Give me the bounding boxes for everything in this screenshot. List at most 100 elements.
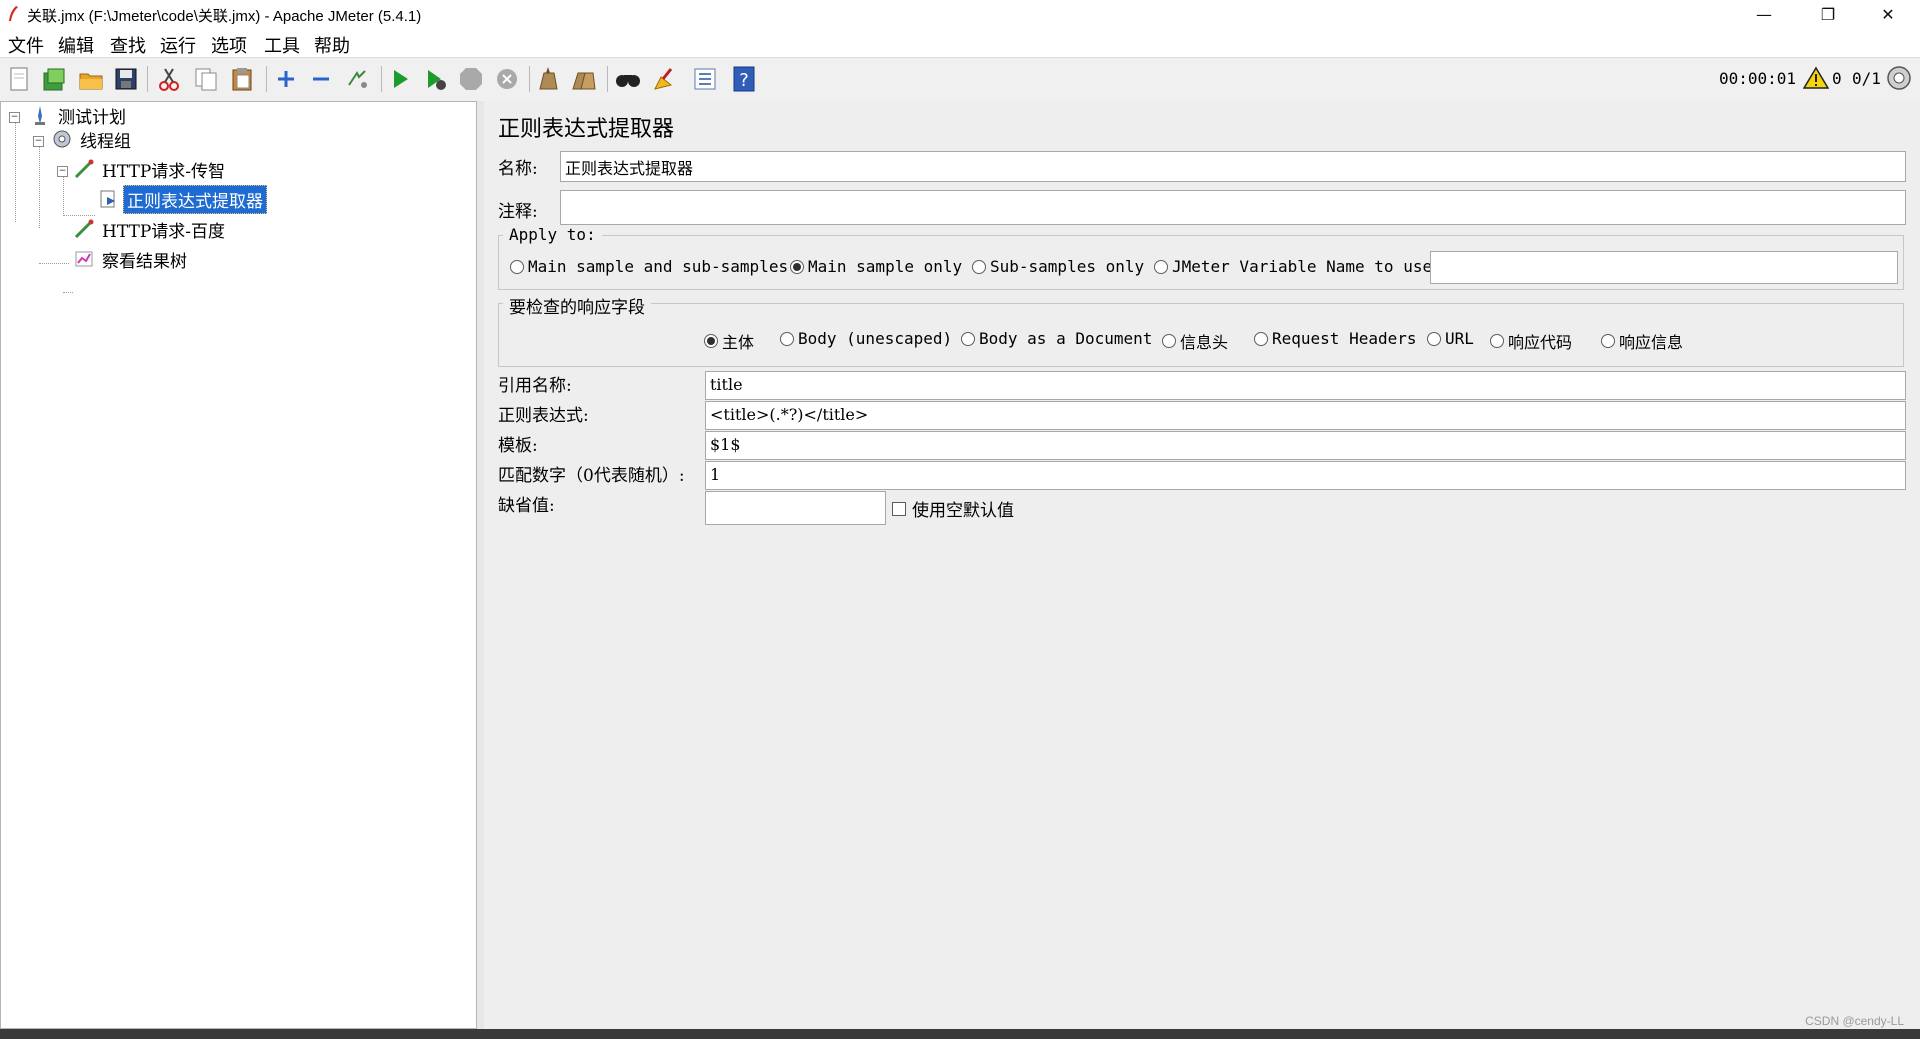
menu-file[interactable]: 文件 xyxy=(8,32,44,58)
template-label: 模板: xyxy=(498,436,538,456)
help-icon[interactable]: ? xyxy=(730,65,758,93)
tree-item-regex-extractor[interactable]: 正则表达式提取器 xyxy=(97,184,267,214)
radio-dot xyxy=(1162,334,1176,348)
reference-name-label: 引用名称: xyxy=(498,376,572,396)
warning-icon[interactable] xyxy=(1803,66,1829,90)
shutdown-icon[interactable] xyxy=(493,65,521,93)
search-icon[interactable] xyxy=(614,65,642,93)
toggle-icon[interactable] xyxy=(343,65,371,93)
tree-item-label: 察看结果树 xyxy=(102,251,187,272)
thread-group-icon xyxy=(53,130,71,148)
templates-icon[interactable] xyxy=(40,65,68,93)
tree-item-label: 线程组 xyxy=(80,131,131,152)
field-body-as-document-radio[interactable]: Body as a Document xyxy=(961,329,1152,348)
panel-title: 正则表达式提取器 xyxy=(498,117,675,142)
tree-item-test-plan[interactable]: 测试计划 xyxy=(29,103,129,128)
field-response-message-radio[interactable]: 响应信息 xyxy=(1601,329,1683,353)
menu-run[interactable]: 运行 xyxy=(160,32,196,58)
menu-edit[interactable]: 编辑 xyxy=(58,32,94,58)
comment-field[interactable] xyxy=(560,190,1906,225)
reference-name-field[interactable]: title xyxy=(705,371,1906,400)
tree-toggle-thread-group[interactable]: − xyxy=(33,136,44,147)
stop-icon[interactable] xyxy=(457,65,485,93)
function-helper-icon[interactable] xyxy=(691,65,719,93)
radio-dot xyxy=(1154,259,1168,274)
radio-dot xyxy=(972,259,986,274)
collapse-icon[interactable] xyxy=(307,65,335,93)
tree-item-result-tree[interactable]: 察看结果树 xyxy=(73,247,190,272)
radio-dot xyxy=(1427,331,1441,346)
apply-main-only-radio[interactable]: Main sample only xyxy=(790,257,962,276)
field-request-headers-radio[interactable]: Request Headers xyxy=(1254,329,1417,348)
tree-item-label: HTTP请求-传智 xyxy=(102,161,226,182)
window-title: 关联.jmx (F:\Jmeter\code\关联.jmx) - Apache … xyxy=(27,8,422,25)
close-button[interactable]: ✕ xyxy=(1860,0,1916,29)
match-no-field[interactable]: 1 xyxy=(705,461,1906,490)
default-value-field[interactable] xyxy=(705,491,886,525)
clear-all-icon[interactable] xyxy=(570,65,598,93)
cut-icon[interactable] xyxy=(155,65,183,93)
expand-icon[interactable] xyxy=(272,65,300,93)
radio-dot xyxy=(961,331,975,346)
clear-icon[interactable] xyxy=(534,65,562,93)
extractor-icon xyxy=(100,190,115,208)
field-url-radio[interactable]: URL xyxy=(1427,329,1474,348)
menu-tools[interactable]: 工具 xyxy=(264,32,300,58)
field-to-check-legend: 要检查的响应字段 xyxy=(503,293,651,318)
test-plan-tree: − 测试计划 − 线程组 − HTTP请求-传智 正则表达式提取器 HTTP请求… xyxy=(0,101,477,1029)
radio-label: JMeter Variable Name to use xyxy=(1172,257,1433,276)
reset-search-icon[interactable] xyxy=(649,65,677,93)
tree-item-http-request-1[interactable]: HTTP请求-传智 xyxy=(73,157,228,182)
tree-item-http-request-2[interactable]: HTTP请求-百度 xyxy=(73,217,228,242)
restore-button[interactable]: ❐ xyxy=(1800,0,1856,29)
regex-extractor-panel: 正则表达式提取器 名称: 正则表达式提取器 注释: Apply to: Main… xyxy=(484,101,1920,1029)
watermark: CSDN @cendy-LL xyxy=(1805,1014,1904,1028)
save-icon[interactable] xyxy=(112,65,140,93)
match-no-label: 匹配数字（0代表随机）: xyxy=(498,466,685,486)
warning-count: 0 xyxy=(1832,69,1842,88)
field-headers-radio[interactable]: 信息头 xyxy=(1162,329,1228,353)
apply-main-and-sub-radio[interactable]: Main sample and sub-samples xyxy=(510,257,788,276)
open-icon[interactable] xyxy=(77,65,105,93)
tree-item-label: HTTP请求-百度 xyxy=(102,221,226,242)
tree-toggle-http-request-1[interactable]: − xyxy=(57,166,68,177)
name-label: 名称: xyxy=(498,159,538,179)
apply-to-legend: Apply to: xyxy=(503,225,602,244)
jmeter-feather-icon xyxy=(9,6,18,21)
regex-field[interactable]: <title>(.*?)</title> xyxy=(705,401,1906,430)
radio-dot xyxy=(1601,334,1615,348)
start-icon[interactable] xyxy=(386,65,414,93)
field-response-code-radio[interactable]: 响应代码 xyxy=(1490,329,1572,353)
radio-label: 信息头 xyxy=(1180,333,1229,352)
name-field[interactable]: 正则表达式提取器 xyxy=(560,151,1906,182)
window-title-bar: 关联.jmx (F:\Jmeter\code\关联.jmx) - Apache … xyxy=(0,0,1920,29)
start-no-pause-icon[interactable] xyxy=(421,65,449,93)
radio-label: URL xyxy=(1445,329,1474,348)
new-icon[interactable] xyxy=(5,65,33,93)
menu-bar: 文件 编辑 查找 运行 选项 工具 帮助 xyxy=(0,29,1920,57)
tree-item-thread-group[interactable]: 线程组 xyxy=(51,127,134,152)
taskbar-edge xyxy=(0,1029,1920,1039)
toolbar: ? 00:00:01 0 0/1 xyxy=(0,57,1920,102)
minimize-button[interactable]: — xyxy=(1736,0,1792,29)
menu-search[interactable]: 查找 xyxy=(110,32,146,58)
checkbox-label: 使用空默认值 xyxy=(912,501,1014,521)
regex-label: 正则表达式: xyxy=(498,406,589,426)
tree-toggle-test-plan[interactable]: − xyxy=(9,112,20,123)
copy-icon[interactable] xyxy=(192,65,220,93)
field-body-unescaped-radio[interactable]: Body (unescaped) xyxy=(780,329,952,348)
menu-options[interactable]: 选项 xyxy=(211,32,247,58)
svg-text:?: ? xyxy=(739,70,749,91)
paste-icon[interactable] xyxy=(228,65,256,93)
field-body-radio[interactable]: 主体 xyxy=(704,329,754,353)
radio-dot xyxy=(510,259,524,274)
apply-sub-only-radio[interactable]: Sub-samples only xyxy=(972,257,1144,276)
jmeter-variable-name-field[interactable] xyxy=(1430,251,1898,284)
apply-variable-radio[interactable]: JMeter Variable Name to use xyxy=(1154,257,1432,276)
template-field[interactable]: $1$ xyxy=(705,431,1906,460)
menu-help[interactable]: 帮助 xyxy=(314,32,350,58)
use-empty-default-checkbox[interactable]: 使用空默认值 xyxy=(892,496,1014,521)
comment-label: 注释: xyxy=(498,202,538,222)
radio-label: Body as a Document xyxy=(979,329,1153,348)
http-sampler-icon xyxy=(74,159,94,179)
